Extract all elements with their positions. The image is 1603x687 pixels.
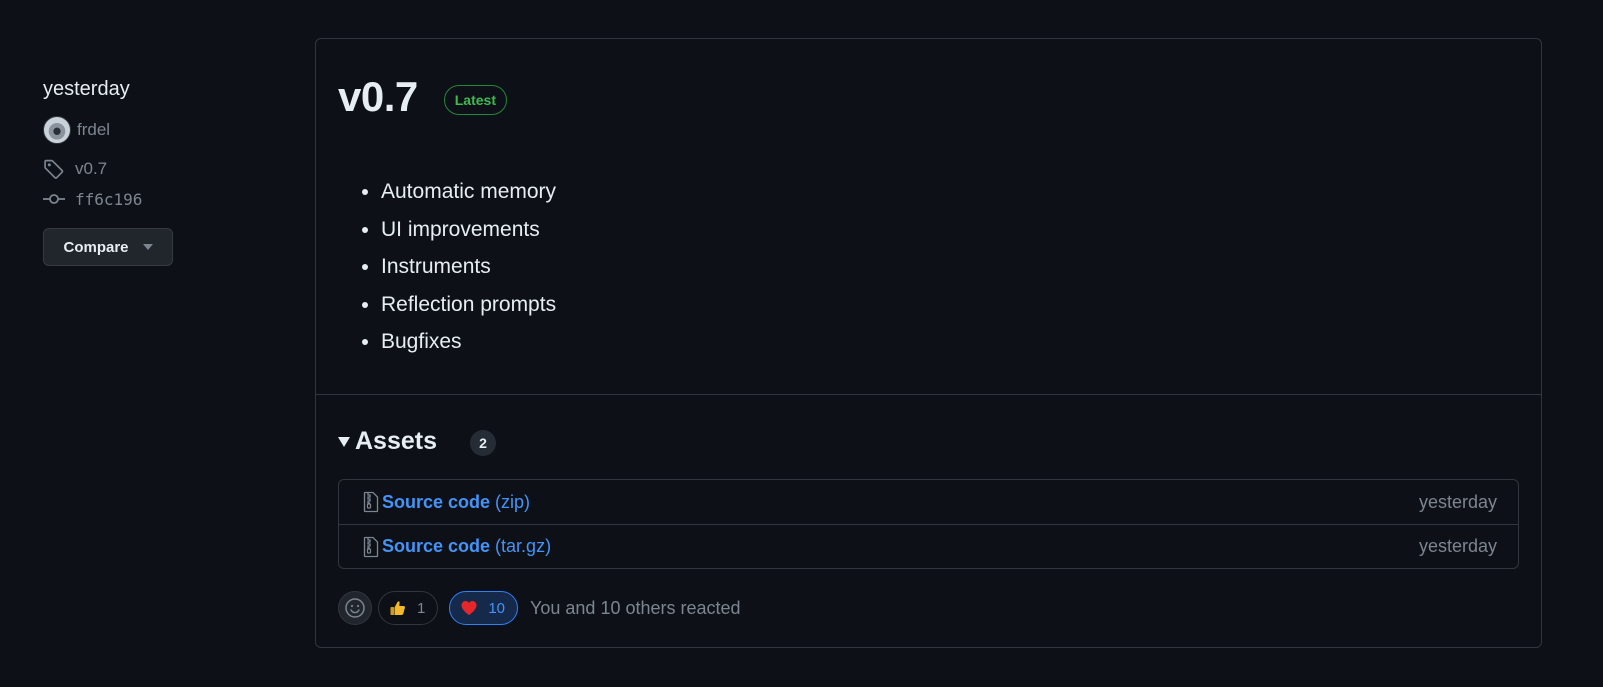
assets-title: Assets (355, 426, 437, 455)
asset-row-targz: Source code (tar.gz) yesterday (339, 524, 1518, 568)
commit-sha[interactable]: ff6c196 (75, 190, 142, 209)
list-item: Automatic memory (381, 173, 1519, 211)
asset-row-zip: Source code (zip) yesterday (339, 480, 1518, 524)
git-commit-icon (43, 194, 65, 204)
compare-button[interactable]: Compare (43, 228, 173, 266)
release-header: v0.7 Latest (338, 73, 1519, 121)
asset-date: yesterday (1418, 491, 1497, 512)
release-date: yesterday (43, 78, 130, 100)
release-notes: Automatic memory UI improvements Instrum… (338, 173, 1519, 361)
release-body: v0.7 Latest Automatic memory UI improvem… (316, 39, 1541, 395)
author-name[interactable]: frdel (77, 120, 110, 140)
release-page: yesterday frdel v0.7 ff6c196 Compare v0.… (0, 0, 1603, 687)
heart-icon (461, 601, 477, 615)
thumbs-up-count: 1 (417, 599, 426, 617)
reactions-summary: You and 10 others reacted (530, 597, 741, 618)
asset-ext[interactable]: (zip) (495, 492, 530, 513)
latest-badge: Latest (443, 85, 507, 115)
list-item: Reflection prompts (381, 286, 1519, 324)
asset-name[interactable]: Source code (382, 536, 490, 557)
release-meta: yesterday frdel v0.7 ff6c196 Compare (43, 75, 283, 266)
asset-link[interactable]: Source code (tar.gz) (362, 536, 551, 558)
heart-count: 10 (488, 599, 506, 617)
tag-link[interactable]: v0.7 (43, 158, 283, 180)
asset-ext[interactable]: (tar.gz) (495, 536, 551, 557)
asset-date: yesterday (1418, 536, 1497, 556)
file-zip-icon (363, 491, 379, 513)
author[interactable]: frdel (43, 116, 283, 144)
file-zip-icon (363, 536, 379, 557)
asset-list: Source code (zip) yesterday Source code … (338, 479, 1519, 569)
heart-reaction[interactable]: 10 (449, 591, 519, 625)
add-reaction-button[interactable] (338, 591, 372, 625)
smiley-icon (345, 598, 365, 618)
triangle-down-icon (338, 437, 350, 447)
assets-toggle[interactable]: Assets 2 (338, 425, 1519, 457)
list-item: Bugfixes (381, 323, 1519, 361)
compare-label: Compare (63, 238, 129, 256)
reactions-bar: 1 10 You and 10 others reacted (338, 569, 1519, 625)
thumbs-up-reaction[interactable]: 1 (378, 591, 439, 625)
tag-name[interactable]: v0.7 (75, 159, 107, 179)
tag-icon (44, 159, 64, 179)
list-item: Instruments (381, 248, 1519, 286)
asset-name[interactable]: Source code (382, 492, 490, 513)
avatar[interactable] (43, 116, 71, 144)
asset-link[interactable]: Source code (zip) (362, 491, 530, 513)
assets-count: 2 (470, 430, 496, 456)
thumbs-up-icon (390, 601, 405, 615)
list-item: UI improvements (381, 211, 1519, 249)
chevron-down-icon (142, 244, 153, 250)
assets-section: Assets 2 Source code (zip) yesterday Sou… (316, 395, 1541, 625)
commit-link[interactable]: ff6c196 (43, 188, 283, 210)
release-title[interactable]: v0.7 (338, 73, 418, 121)
release-card: v0.7 Latest Automatic memory UI improvem… (315, 38, 1542, 648)
